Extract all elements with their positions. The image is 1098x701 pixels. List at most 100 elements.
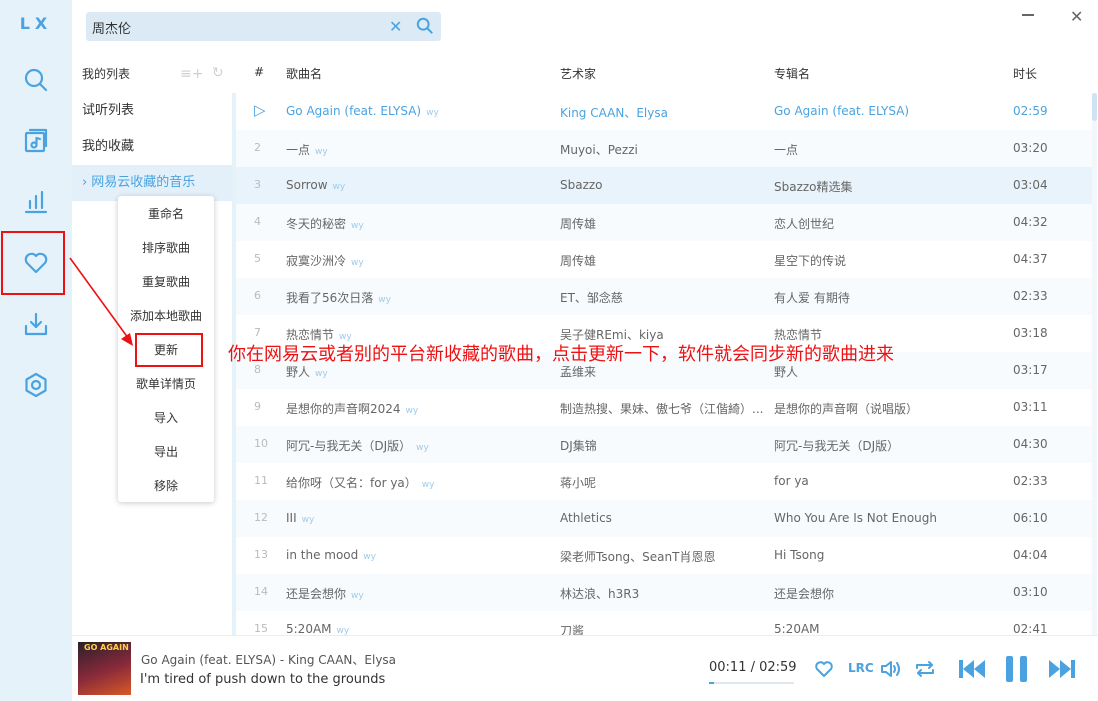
song-name[interactable]: 5:20AM wy — [286, 622, 551, 636]
list-item-favorites[interactable]: 我的收藏 — [72, 129, 232, 165]
album-name[interactable]: 5:20AM — [774, 622, 994, 636]
table-row[interactable]: 9 是想你的声音啊2024 wy 制造热搜、果妹、傲七爷（江偕綺）... 是想你的声音啊… — [236, 389, 1092, 426]
artist-name[interactable]: 林达浪、h3R3 — [560, 585, 770, 602]
next-button[interactable] — [1047, 657, 1077, 684]
song-name[interactable]: III wy — [286, 511, 551, 525]
album-name[interactable]: 星空下的传说 — [774, 252, 994, 269]
album-name[interactable]: 还是会想你 — [774, 585, 994, 602]
row-number: 12 — [254, 511, 268, 524]
volume-button[interactable] — [880, 659, 902, 682]
album-name[interactable]: 是想你的声音啊（说唱版） — [774, 400, 994, 417]
table-row[interactable]: 5 寂寞沙洲冷 wy 周传雄 星空下的传说 04:37 — [236, 241, 1092, 278]
album-name[interactable]: Who You Are Is Not Enough — [774, 511, 994, 525]
artist-name[interactable]: ET、邹念慈 — [560, 289, 770, 306]
song-name-text: 是想你的声音啊2024 — [286, 402, 401, 416]
clear-icon[interactable]: ✕ — [389, 17, 402, 36]
album-name[interactable]: 有人爱 有期待 — [774, 289, 994, 306]
nav-settings-button[interactable] — [0, 355, 72, 415]
search-button[interactable] — [416, 17, 436, 37]
menu-item-remove[interactable]: 移除 — [118, 469, 214, 503]
song-name[interactable]: Sorrow wy — [286, 178, 551, 192]
column-header-number: # — [254, 65, 265, 79]
artist-name[interactable]: King CAAN、Elysa — [560, 104, 770, 121]
song-name[interactable]: 一点 wy — [286, 141, 551, 158]
table-row[interactable]: ▷ Go Again (feat. ELYSA) wy King CAAN、Elysa… — [236, 93, 1092, 130]
pause-button[interactable] — [1004, 655, 1030, 686]
table-row[interactable]: 12 III wy Athletics Who You Are Is Not Enoug… — [236, 500, 1092, 537]
list-item-trial[interactable]: 试听列表 — [72, 93, 232, 129]
loop-button[interactable] — [914, 659, 936, 682]
menu-item-rename[interactable]: 重命名 — [118, 197, 214, 231]
album-name[interactable]: 一点 — [774, 141, 994, 158]
chevron-right-icon: › — [82, 175, 88, 190]
song-name-text: 我看了56次日落 — [286, 291, 374, 305]
table-row[interactable]: 14 还是会想你 wy 林达浪、h3R3 还是会想你 03:10 — [236, 574, 1092, 611]
row-number: 10 — [254, 437, 268, 450]
previous-button[interactable] — [957, 657, 987, 684]
song-name-text: 寂寞沙洲冷 — [286, 254, 347, 268]
song-name[interactable]: 阿冗-与我无关（DJ版） wy — [286, 437, 551, 454]
song-duration: 03:20 — [1013, 141, 1048, 155]
table-row[interactable]: 11 给你呀（又名：for ya） wy 蒋小呢 for ya 02:33 — [236, 463, 1092, 500]
table-row[interactable]: 10 阿冗-与我无关（DJ版） wy DJ集锦 阿冗-与我无关（DJ版） 04:30 — [236, 426, 1092, 463]
artist-name[interactable]: Muyoi、Pezzi — [560, 141, 770, 158]
desktop-lyric-button[interactable]: LRC — [848, 661, 874, 675]
scrollbar-track[interactable] — [1092, 93, 1097, 635]
menu-item-details[interactable]: 歌单详情页 — [118, 367, 214, 401]
album-name[interactable]: for ya — [774, 474, 994, 488]
nav-search-button[interactable] — [0, 50, 72, 110]
nav-song-list-button[interactable] — [0, 111, 72, 171]
song-name[interactable]: Go Again (feat. ELYSA) wy — [286, 104, 551, 118]
artist-name[interactable]: 梁老师Tsong、SeanT肖恩恩 — [560, 548, 770, 565]
song-duration: 06:10 — [1013, 511, 1048, 525]
artist-name[interactable]: Sbazzo — [560, 178, 770, 192]
artist-name[interactable]: 制造热搜、果妹、傲七爷（江偕綺）... — [560, 400, 770, 417]
app-logo: LX — [19, 14, 53, 33]
artist-name[interactable]: 蒋小呢 — [560, 474, 770, 491]
artist-name[interactable]: 周传雄 — [560, 215, 770, 232]
album-name[interactable]: Go Again (feat. ELYSA) — [774, 104, 994, 118]
song-name[interactable]: 是想你的声音啊2024 wy — [286, 400, 551, 417]
progress-bar[interactable] — [709, 682, 794, 684]
artist-name[interactable]: DJ集锦 — [560, 437, 770, 454]
scrollbar-thumb[interactable] — [1092, 93, 1097, 121]
add-list-icon[interactable]: ≡+ — [180, 66, 203, 82]
song-name[interactable]: 还是会想你 wy — [286, 585, 551, 602]
menu-item-add-local[interactable]: 添加本地歌曲 — [118, 299, 214, 333]
song-name[interactable]: 冬天的秘密 wy — [286, 215, 551, 232]
artist-name[interactable]: Athletics — [560, 511, 770, 525]
menu-item-duplicates[interactable]: 重复歌曲 — [118, 265, 214, 299]
source-tag: wy — [426, 108, 439, 118]
album-name[interactable]: 恋人创世纪 — [774, 215, 994, 232]
nav-leaderboard-button[interactable] — [0, 172, 72, 232]
sync-icon[interactable]: ↻ — [212, 65, 224, 81]
nav-download-button[interactable] — [0, 294, 72, 354]
album-name[interactable]: Sbazzo精选集 — [774, 178, 994, 195]
song-name[interactable]: 给你呀（又名：for ya） wy — [286, 474, 551, 491]
table-row[interactable]: 3 Sorrow wy Sbazzo Sbazzo精选集 03:04 — [236, 167, 1092, 204]
source-tag: wy — [351, 221, 364, 231]
table-row[interactable]: 2 一点 wy Muyoi、Pezzi 一点 03:20 — [236, 130, 1092, 167]
song-name-text: Go Again (feat. ELYSA) — [286, 104, 422, 118]
song-name-text: in the mood — [286, 548, 359, 562]
table-row[interactable]: 4 冬天的秘密 wy 周传雄 恋人创世纪 04:32 — [236, 204, 1092, 241]
album-name[interactable]: 阿冗-与我无关（DJ版） — [774, 437, 994, 454]
song-name[interactable]: in the mood wy — [286, 548, 551, 562]
table-row[interactable]: 13 in the mood wy 梁老师Tsong、SeanT肖恩恩 Hi Tsong… — [236, 537, 1092, 574]
song-duration: 04:04 — [1013, 548, 1048, 562]
minimize-button[interactable] — [1022, 14, 1034, 16]
menu-item-export[interactable]: 导出 — [118, 435, 214, 469]
table-row[interactable]: 6 我看了56次日落 wy ET、邹念慈 有人爱 有期待 02:33 — [236, 278, 1092, 315]
close-button[interactable]: ✕ — [1070, 7, 1083, 26]
now-playing-title[interactable]: Go Again (feat. ELYSA) - King CAAN、Elysa — [141, 651, 396, 668]
album-name[interactable]: Hi Tsong — [774, 548, 994, 562]
song-name[interactable]: 我看了56次日落 wy — [286, 289, 551, 306]
song-duration: 03:17 — [1013, 363, 1048, 377]
song-name[interactable]: 寂寞沙洲冷 wy — [286, 252, 551, 269]
row-number: 11 — [254, 474, 268, 487]
search-input[interactable] — [92, 17, 372, 37]
menu-item-import[interactable]: 导入 — [118, 401, 214, 435]
artist-name[interactable]: 周传雄 — [560, 252, 770, 269]
menu-item-sort[interactable]: 排序歌曲 — [118, 231, 214, 265]
like-button[interactable] — [814, 659, 834, 682]
